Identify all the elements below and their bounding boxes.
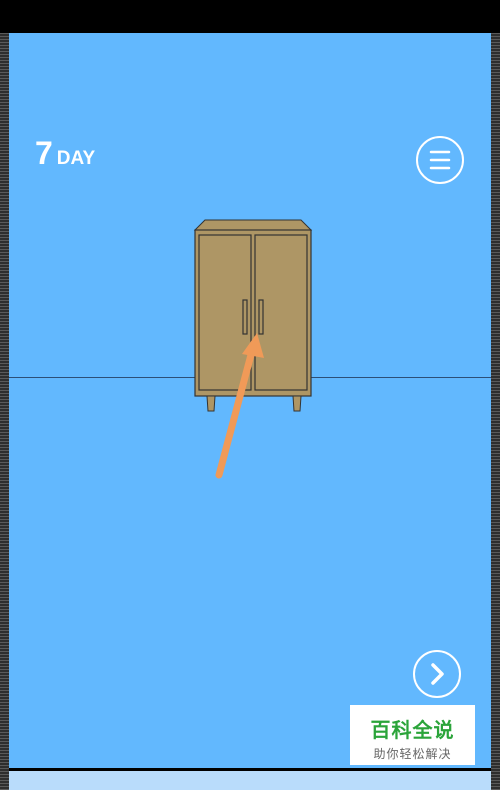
left-door-handle[interactable] [242,299,248,335]
cabinet-left-leg [206,395,216,412]
watermark-logo: 百科全说 [370,720,455,742]
hamburger-icon [429,150,451,170]
left-frame-edge [0,33,9,790]
next-button[interactable] [413,650,461,698]
game-scene: 7 DAY [9,33,491,768]
right-door-handle[interactable] [258,299,264,335]
day-label: DAY [56,148,96,169]
chevron-right-icon [431,663,444,685]
top-black-bar [0,0,500,33]
bottom-panel [9,771,491,790]
watermark: 百科全说 助你轻松解决 [350,705,475,765]
watermark-tagline: 助你轻松解决 [373,747,452,761]
right-frame-edge [491,33,500,790]
day-number: 7 [35,135,53,171]
day-counter: 7 DAY [35,135,95,172]
cabinet-right-leg [292,395,302,412]
menu-button[interactable] [416,136,464,184]
cabinet-top [193,219,313,231]
cabinet[interactable] [193,219,313,419]
